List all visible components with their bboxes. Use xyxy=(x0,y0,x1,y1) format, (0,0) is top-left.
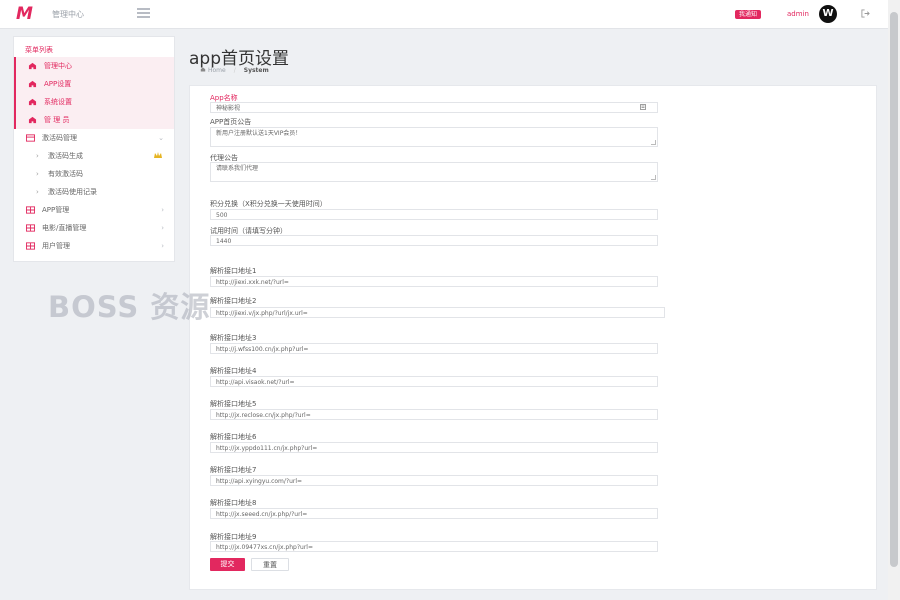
parse-url-2-label: 解析接口地址2 xyxy=(210,297,257,305)
card-icon xyxy=(26,134,35,142)
home-icon xyxy=(28,98,37,106)
home-icon xyxy=(28,116,37,124)
page-title: app首页设置 xyxy=(189,49,289,69)
parse-url-3-label: 解析接口地址3 xyxy=(210,334,257,342)
sidebar-item-label: 用户管理 xyxy=(42,242,70,250)
breadcrumb-separator: / xyxy=(233,67,236,74)
chevron-down-icon: ⌄ xyxy=(158,134,164,142)
points-exchange-input[interactable]: 500 xyxy=(210,209,658,220)
sidebar-item-admin-center[interactable]: 管理中心 xyxy=(14,57,174,75)
parse-url-8-input[interactable]: http://jx.seeed.cn/jx.php/?url= xyxy=(210,508,658,519)
app-title: 管理中心 xyxy=(52,10,84,19)
app-logo[interactable]: M xyxy=(16,6,42,23)
username[interactable]: admin xyxy=(787,10,809,18)
parse-url-1-input[interactable]: http://jiexi.xxk.net/?url= xyxy=(210,276,658,287)
home-icon xyxy=(28,80,37,88)
notice-textarea[interactable]: 新用户注册默认送1天VIP会员！ xyxy=(210,127,658,147)
parse-url-9-input[interactable]: http://jx.09477xs.cn/jx.php?url= xyxy=(210,541,658,552)
parse-url-3-input[interactable]: http://j.wfss100.cn/jx.php?url= xyxy=(210,343,658,354)
sidebar-item-administrators[interactable]: 管 理 员 xyxy=(14,111,174,129)
settings-form-panel: App名称 神秘影视 APP首页公告 新用户注册默认送1天VIP会员！ 代理公告… xyxy=(189,85,877,590)
breadcrumb-home[interactable]: Home xyxy=(208,67,226,74)
field-menu-icon[interactable] xyxy=(640,104,646,110)
parse-url-8-label: 解析接口地址8 xyxy=(210,499,257,507)
notice-label: APP首页公告 xyxy=(210,118,252,126)
home-icon xyxy=(28,62,37,70)
sidebar-subitem-valid-codes[interactable]: › 有效激活码 xyxy=(14,165,174,183)
chevron-right-icon: › xyxy=(36,152,39,160)
crown-icon xyxy=(154,152,162,158)
logout-icon[interactable] xyxy=(861,9,870,18)
sidebar-item-activation-codes[interactable]: 激活码管理 ⌄ xyxy=(14,129,174,147)
parse-url-2-input[interactable]: http://jiexi.v/jx.php/?url/jx.url= xyxy=(210,307,665,318)
chevron-right-icon: › xyxy=(161,224,164,232)
sidebar-item-label: 激活码使用记录 xyxy=(48,188,97,196)
app-name-input[interactable]: 神秘影视 xyxy=(210,102,658,113)
parse-url-1-label: 解析接口地址1 xyxy=(210,267,257,275)
sidebar-item-system-settings[interactable]: 系统设置 xyxy=(14,93,174,111)
sidebar-item-label: 激活码管理 xyxy=(42,134,77,142)
sidebar-item-label: 系统设置 xyxy=(44,98,72,106)
sidebar-item-label: APP管理 xyxy=(42,206,70,214)
chevron-right-icon: › xyxy=(36,188,39,196)
notice-badge[interactable]: 我通知 xyxy=(735,10,762,19)
grid-icon xyxy=(26,206,35,214)
sidebar-item-label: 管 理 员 xyxy=(44,116,70,124)
parse-url-4-label: 解析接口地址4 xyxy=(210,367,257,375)
trial-time-input[interactable]: 1440 xyxy=(210,235,658,246)
sidebar-item-movie-live-management[interactable]: 电影/直播管理 › xyxy=(14,219,174,237)
chevron-right-icon: › xyxy=(36,170,39,178)
sidebar-item-label: 激活码生成 xyxy=(48,152,83,160)
sidebar-item-label: APP设置 xyxy=(44,80,72,88)
parse-url-5-label: 解析接口地址5 xyxy=(210,400,257,408)
parse-url-7-input[interactable]: http://api.xyingyu.com/?url= xyxy=(210,475,658,486)
breadcrumb: Home / System xyxy=(200,67,269,74)
submit-button[interactable]: 提交 xyxy=(210,558,245,571)
avatar[interactable]: W xyxy=(819,5,837,23)
chevron-right-icon: › xyxy=(161,206,164,214)
parse-url-7-label: 解析接口地址7 xyxy=(210,466,257,474)
reset-button[interactable]: 重置 xyxy=(251,558,289,571)
parse-url-4-input[interactable]: http://api.visaok.net/?url= xyxy=(210,376,658,387)
parse-url-6-label: 解析接口地址6 xyxy=(210,433,257,441)
sidebar: 菜单列表 管理中心 APP设置 系统设置 管 理 员 激活码管理 ⌄ › 激活码… xyxy=(13,36,175,262)
sidebar-item-app-settings[interactable]: APP设置 xyxy=(14,75,174,93)
scrollbar-thumb[interactable] xyxy=(890,12,898,567)
proxy-notice-textarea[interactable]: 请联系我们代理 xyxy=(210,162,658,182)
sidebar-item-label: 有效激活码 xyxy=(48,170,83,178)
sidebar-header: 菜单列表 xyxy=(25,46,53,54)
sidebar-subitem-generate-codes[interactable]: › 激活码生成 xyxy=(14,147,174,165)
parse-url-6-input[interactable]: http://jx.yppdo111.cn/jx.php?url= xyxy=(210,442,658,453)
parse-url-5-input[interactable]: http://jx.reclose.cn/jx.php/?url= xyxy=(210,409,658,420)
chevron-right-icon: › xyxy=(161,242,164,250)
sidebar-item-label: 管理中心 xyxy=(44,62,72,70)
points-exchange-label: 积分兑换（X积分兑换一天使用时间） xyxy=(210,200,327,208)
grid-icon xyxy=(26,242,35,250)
sidebar-item-app-management[interactable]: APP管理 › xyxy=(14,201,174,219)
menu-toggle-icon[interactable] xyxy=(137,8,150,18)
watermark: BOSS 资源 xyxy=(48,290,211,324)
page-scrollbar[interactable] xyxy=(888,0,900,600)
sidebar-subitem-code-usage-log[interactable]: › 激活码使用记录 xyxy=(14,183,174,201)
top-bar: M 管理中心 我通知 admin W xyxy=(0,0,888,29)
home-icon xyxy=(200,67,206,72)
sidebar-item-label: 电影/直播管理 xyxy=(42,224,87,232)
grid-icon xyxy=(26,224,35,232)
sidebar-item-user-management[interactable]: 用户管理 › xyxy=(14,237,174,255)
breadcrumb-current: System xyxy=(243,67,269,74)
